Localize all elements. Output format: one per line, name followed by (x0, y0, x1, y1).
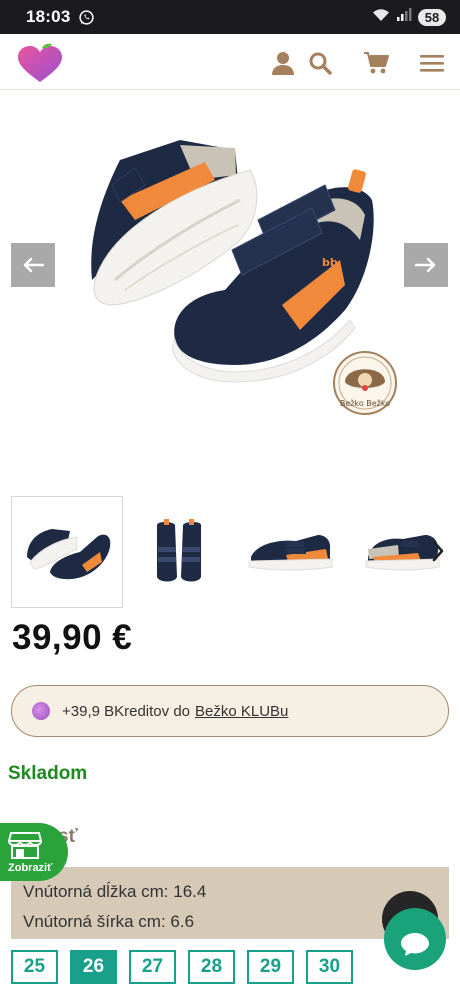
stock-status: Skladom (8, 763, 88, 784)
thumbnail-3[interactable] (235, 496, 347, 608)
thumbnail-2[interactable] (123, 496, 235, 608)
thumbnail-next-chevron-icon[interactable] (428, 536, 448, 566)
thumbnail-strip (0, 496, 460, 608)
size-option-25[interactable]: 25 (11, 950, 58, 984)
product-price: 39,90 € (12, 618, 133, 657)
user-icon[interactable] (270, 50, 296, 76)
spec-inner-length: Vnútorná dĺžka cm: 16.4 (23, 882, 207, 901)
size-option-26[interactable]: 26 (70, 950, 117, 984)
status-right: 58 (372, 7, 446, 27)
menu-icon[interactable] (419, 50, 445, 76)
brand-badge-text: Bežko Bežko (340, 399, 390, 408)
battery-indicator: 58 (418, 8, 446, 26)
product-gallery[interactable]: bb Bežko Bežko (0, 90, 460, 475)
size-selector: 25 26 27 28 29 30 (11, 950, 353, 984)
size-option-28[interactable]: 28 (188, 950, 235, 984)
store-icon (7, 831, 43, 862)
club-link[interactable]: Bežko KLUBu (195, 703, 288, 720)
brand-logo[interactable] (16, 42, 64, 84)
thumbnail-1[interactable] (11, 496, 123, 608)
signal-icon (396, 7, 412, 27)
show-store-badge[interactable]: Zobraziť (0, 823, 68, 881)
search-icon[interactable] (307, 50, 333, 76)
whatsapp-icon (78, 9, 95, 26)
chat-bubble-icon (399, 931, 431, 962)
size-option-27[interactable]: 27 (129, 950, 176, 984)
spec-inner-width: Vnútorná šírka cm: 6.6 (23, 912, 195, 931)
chat-button[interactable] (384, 908, 446, 970)
product-main-image: bb Bežko Bežko (91, 140, 397, 415)
svg-text:bb: bb (322, 256, 338, 269)
club-credits-banner: +39,9 BKreditov do Bežko KLUBu (11, 685, 449, 737)
club-coin-icon (32, 702, 50, 720)
show-store-label: Zobraziť (8, 862, 53, 874)
site-header (0, 34, 460, 90)
status-time: 18:03 (26, 7, 71, 26)
size-option-29[interactable]: 29 (247, 950, 294, 984)
credits-text: +39,9 BKreditov do (62, 702, 191, 720)
product-page: 18:03 58 bb Bežko Bežko 39,90 € +39,9 BK… (0, 0, 460, 997)
cart-icon[interactable] (363, 50, 389, 76)
gallery-prev-button[interactable] (11, 243, 55, 287)
status-bar: 18:03 58 (0, 0, 460, 34)
gallery-next-button[interactable] (404, 243, 448, 287)
wifi-icon (372, 8, 390, 27)
size-option-30[interactable]: 30 (306, 950, 353, 984)
